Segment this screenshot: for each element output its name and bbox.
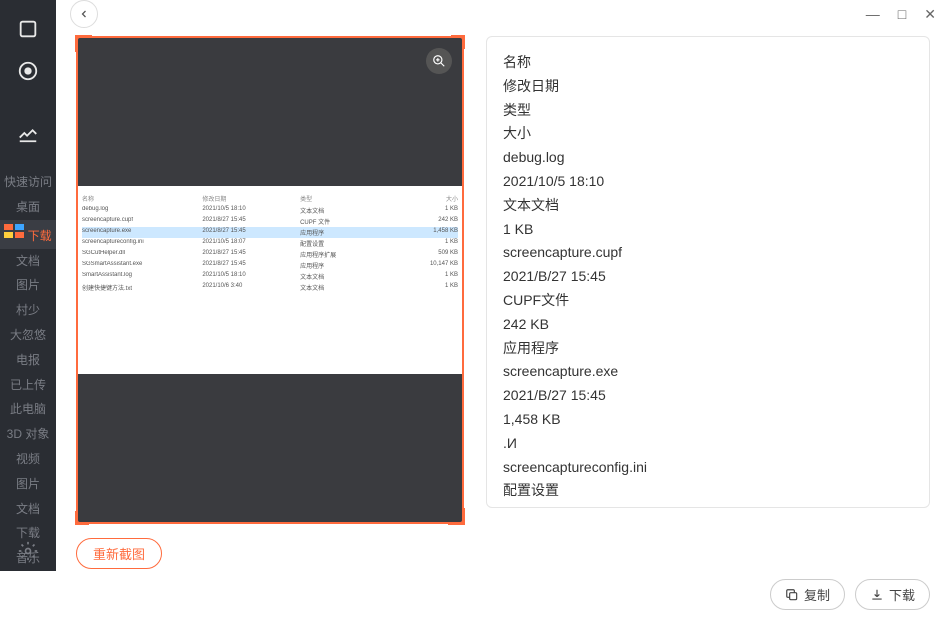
sidebar-link[interactable]: 视频 [0,447,56,472]
settings-icon[interactable] [0,541,56,561]
maximize-button[interactable]: □ [898,6,906,23]
screenshot-preview: 名称修改日期类型大小debug.log2021/10/5 18:10文本文档1 … [76,36,464,524]
zoom-icon[interactable] [426,48,452,74]
sidebar-link[interactable]: 桌面 [0,195,56,220]
download-button[interactable]: 下载 [855,579,930,610]
close-button[interactable]: ✕ [924,6,936,23]
sidebar-link[interactable]: 村少 [0,298,56,323]
sidebar-link[interactable]: 快速访问 [0,170,56,195]
copy-label: 复制 [804,585,830,604]
sidebar-link[interactable]: 图片 [0,273,56,298]
copy-button[interactable]: 复制 [770,579,845,610]
main-area: — □ ✕ 名称修改日期类型大小debug.log2021/10/5 18:10… [56,0,950,571]
recapture-button[interactable]: 重新截图 [76,538,162,569]
preview-content: 名称修改日期类型大小debug.log2021/10/5 18:10文本文档1 … [78,186,462,374]
sidebar-nav: 快速访问 桌面 下载 文档 图片 村少 大忽悠 电报 已上传 此电脑 3D 对象… [0,170,56,571]
back-button[interactable] [70,0,98,28]
sidebar-link[interactable]: 已上传 [0,373,56,398]
sidebar-link-active[interactable]: 下载 [0,220,56,249]
screenshot-tool-icon[interactable] [0,8,56,50]
download-icon [870,588,884,602]
copy-icon [785,588,799,602]
titlebar: — □ ✕ [56,0,950,28]
minimize-button[interactable]: — [866,6,880,23]
sidebar-link[interactable]: 图片 [0,472,56,497]
sidebar-link[interactable]: 3D 对象 [0,422,56,447]
sidebar-link[interactable]: 文档 [0,249,56,274]
edit-tool-icon[interactable] [0,112,56,154]
download-label: 下载 [889,585,915,604]
app-sidebar: 快速访问 桌面 下载 文档 图片 村少 大忽悠 电报 已上传 此电脑 3D 对象… [0,0,56,571]
sidebar-link[interactable]: 电报 [0,348,56,373]
sidebar-link[interactable]: 文档 [0,497,56,522]
sidebar-link[interactable]: 大忽悠 [0,323,56,348]
record-tool-icon[interactable] [0,50,56,92]
sidebar-link[interactable]: 此电脑 [0,397,56,422]
ocr-result-panel[interactable]: 名称修改日期类型大小debug.log2021/10/5 18:10文本文档1 … [486,36,930,508]
